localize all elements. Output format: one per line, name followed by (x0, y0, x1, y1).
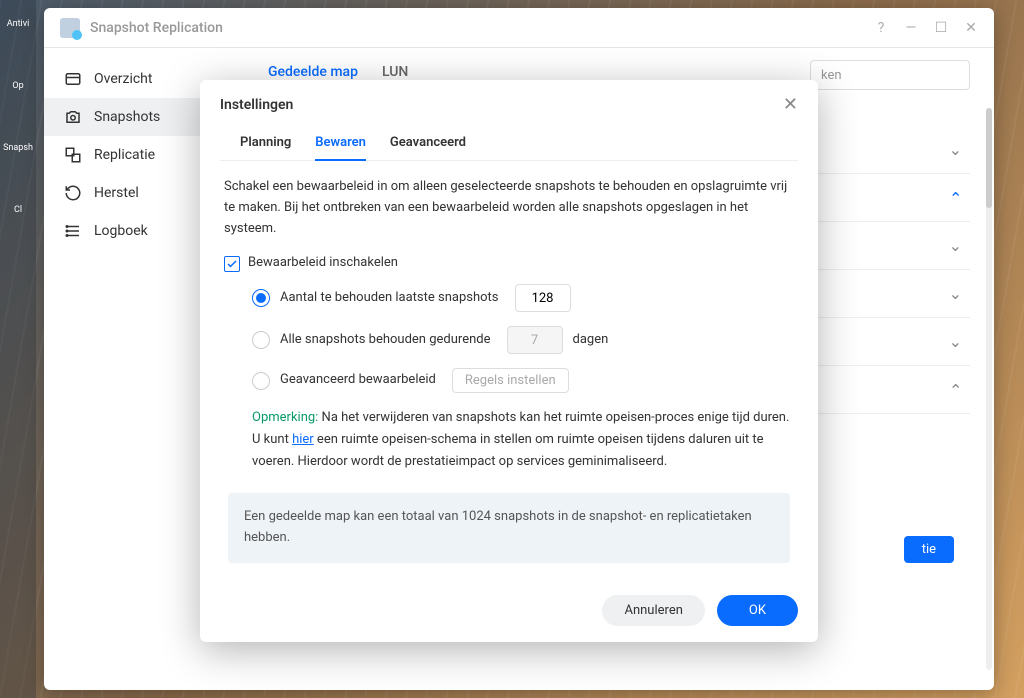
sidebar-item-label: Overzicht (94, 71, 152, 87)
minimize-icon[interactable]: — (904, 21, 918, 35)
app-icon (60, 18, 80, 38)
replication-icon (64, 146, 82, 164)
note-label: Opmerking: (252, 410, 318, 425)
restore-icon (64, 184, 82, 202)
configure-rules-button[interactable]: Regels instellen (452, 368, 569, 393)
tab-planning[interactable]: Planning (240, 125, 291, 160)
radio-keep-days[interactable] (252, 331, 270, 349)
taskbar-item[interactable]: Op (2, 70, 34, 102)
titlebar: Snapshot Replication ? — ☐ ✕ (44, 8, 994, 48)
scrollbar[interactable] (986, 108, 992, 670)
ok-button[interactable]: OK (717, 595, 798, 626)
sidebar-item-label: Logboek (94, 223, 148, 239)
radio-keep-count[interactable] (252, 289, 270, 307)
radio-advanced[interactable] (252, 372, 270, 390)
snapshot-count-input[interactable] (515, 284, 571, 312)
tab-advanced[interactable]: Geavanceerd (390, 125, 466, 160)
retention-description: Schakel een bewaarbeleid in om alleen ge… (224, 177, 794, 239)
taskbar: Antivi Op Snapsh Cl (0, 0, 36, 698)
chevron-down-icon: ⌄ (949, 284, 962, 303)
days-input[interactable] (507, 326, 563, 354)
note-text: Opmerking: Na het verwijderen van snapsh… (224, 407, 794, 473)
chevron-up-icon: ⌄ (949, 380, 962, 399)
taskbar-item[interactable]: Antivi (2, 8, 34, 40)
tab-retention[interactable]: Bewaren (315, 125, 366, 160)
chevron-down-icon: ⌄ (949, 236, 962, 255)
sidebar-item-label: Snapshots (94, 109, 160, 125)
radio-label: Alle snapshots behouden gedurende (280, 330, 491, 351)
reclaim-schedule-link[interactable]: hier (292, 432, 314, 447)
overview-icon (64, 70, 82, 88)
taskbar-item[interactable]: Cl (2, 194, 34, 226)
settings-dialog: Instellingen ✕ Planning Bewaren Geavance… (200, 80, 818, 642)
maximize-icon[interactable]: ☐ (934, 21, 948, 35)
taskbar-item[interactable]: Snapsh (2, 132, 34, 164)
chevron-down-icon: ⌄ (949, 140, 962, 159)
close-icon[interactable]: ✕ (964, 21, 978, 35)
action-button[interactable]: tie (904, 536, 954, 563)
radio-label: Geavanceerd bewaarbeleid (280, 370, 436, 391)
close-icon[interactable]: ✕ (783, 94, 798, 115)
window-title: Snapshot Replication (90, 20, 874, 36)
checkbox-label: Bewaarbeleid inschakelen (248, 253, 398, 274)
days-suffix: dagen (573, 330, 609, 351)
sidebar-item-label: Herstel (94, 185, 139, 201)
chevron-down-icon: ⌄ (949, 188, 962, 207)
cancel-button[interactable]: Annuleren (602, 595, 704, 626)
search-input[interactable]: ken (810, 60, 970, 90)
log-icon (64, 222, 82, 240)
help-icon[interactable]: ? (874, 21, 888, 35)
dialog-title: Instellingen (220, 97, 783, 113)
scrollbar-thumb[interactable] (986, 108, 992, 208)
chevron-down-icon: ⌄ (949, 332, 962, 351)
camera-icon (64, 108, 82, 126)
radio-label: Aantal te behouden laatste snapshots (280, 288, 499, 309)
info-box: Een gedeelde map kan een totaal van 1024… (228, 493, 790, 563)
enable-retention-checkbox[interactable] (224, 256, 240, 272)
sidebar-item-label: Replicatie (94, 147, 155, 163)
